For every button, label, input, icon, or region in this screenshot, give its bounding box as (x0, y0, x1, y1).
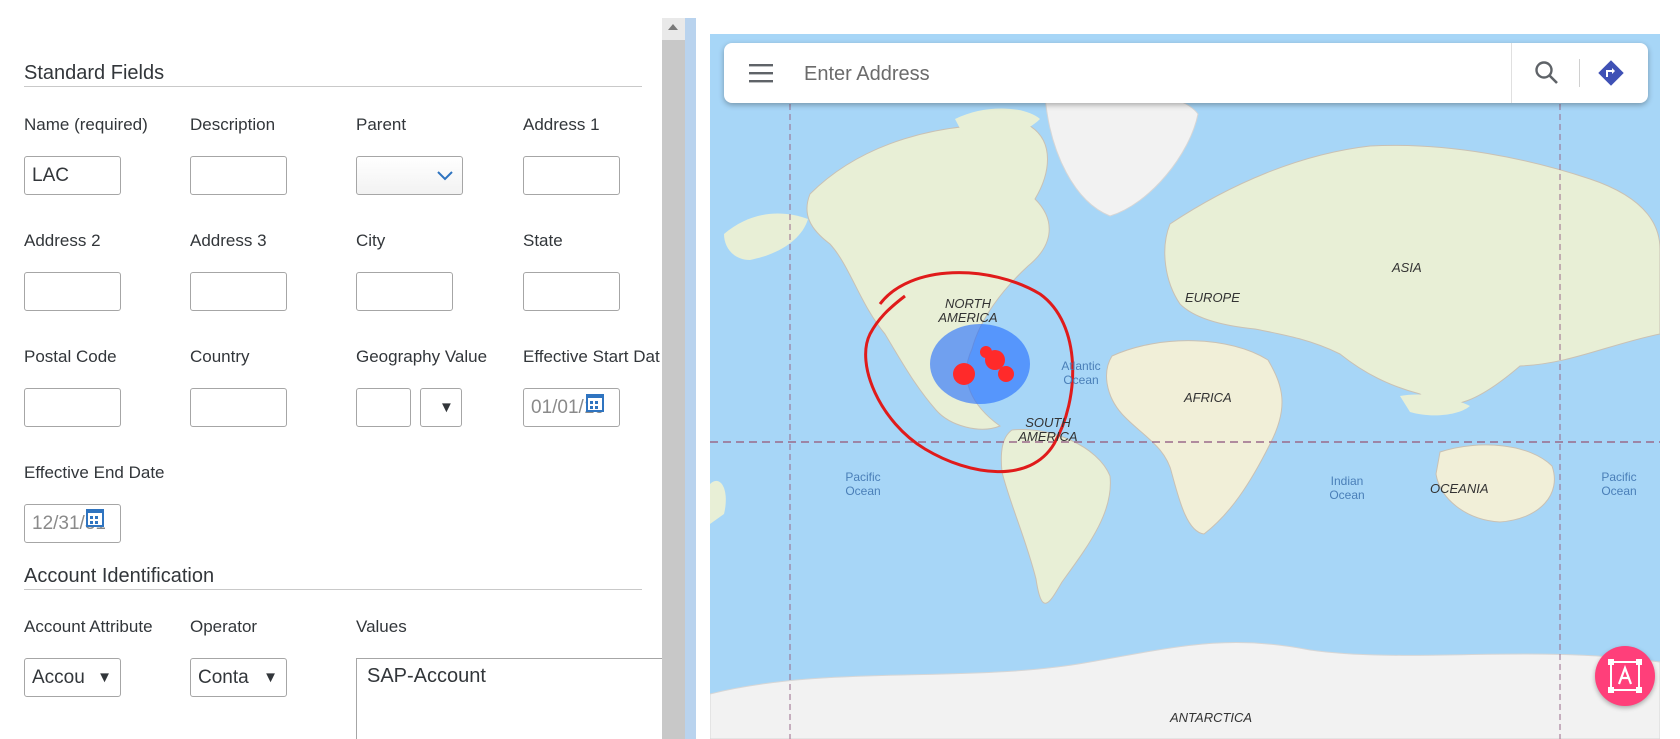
label-oceania: OCEANIA (1430, 481, 1489, 496)
values-textarea[interactable]: SAP-Account (356, 658, 664, 739)
account-attribute-label: Account Attribute (24, 617, 153, 636)
account-attribute-value: Accou (32, 667, 85, 688)
city-input[interactable] (356, 272, 453, 311)
country-label: Country (190, 347, 250, 366)
label-pacific-ocean-left: Pacific Ocean (845, 470, 881, 498)
divider (1511, 43, 1512, 103)
form-panel: Standard Fields Name (required) LAC Desc… (0, 0, 664, 739)
label-africa: AFRICA (1184, 390, 1232, 405)
section-divider (24, 589, 642, 590)
section-divider (24, 86, 642, 87)
directions-icon[interactable] (1596, 58, 1626, 88)
chevron-down-icon (437, 171, 453, 181)
label-south-america: SOUTH AMERICA (1018, 415, 1078, 444)
label-north-america: NORTH AMERICA (938, 296, 998, 325)
translate-icon (1608, 659, 1642, 693)
values-label: Values (356, 617, 407, 636)
scroll-up-button[interactable] (662, 18, 685, 40)
effective-end-label: Effective End Date (24, 463, 165, 482)
postal-code-label: Postal Code (24, 347, 117, 366)
country-input[interactable] (190, 388, 287, 427)
effective-start-input[interactable]: 01/01/19 (523, 388, 620, 427)
calendar-icon[interactable] (586, 394, 604, 412)
address3-input[interactable] (190, 272, 287, 311)
city-label: City (356, 231, 386, 250)
world-map (710, 34, 1660, 739)
standard-fields-title: Standard Fields (24, 62, 165, 84)
label-pacific-ocean-right: Pacific Ocean (1601, 470, 1637, 498)
address2-label: Address 2 (24, 231, 101, 250)
label-atlantic-ocean: Atlantic Ocean (1061, 359, 1101, 387)
state-label: State (523, 231, 563, 250)
label-indian-ocean: Indian Ocean (1329, 474, 1365, 502)
description-input[interactable] (190, 156, 287, 195)
label-antarctica: ANTARCTICA (1170, 710, 1253, 725)
address2-input[interactable] (24, 272, 121, 311)
divider (1579, 59, 1580, 87)
geography-value-label: Geography Value (356, 347, 488, 366)
parent-label: Parent (356, 115, 407, 134)
account-attribute-select[interactable]: Accou ▼ (24, 658, 121, 697)
name-input[interactable]: LAC (24, 156, 121, 195)
caret-down-icon: ▼ (97, 669, 112, 686)
search-icon[interactable] (1534, 60, 1560, 86)
name-label: Name (required) (24, 115, 148, 134)
effective-end-input[interactable]: 12/31/31 (24, 504, 121, 543)
geography-value-select[interactable]: ▼ (420, 388, 462, 427)
address1-label: Address 1 (523, 115, 600, 134)
form-scrollbar[interactable] (662, 18, 685, 739)
address1-input[interactable] (523, 156, 620, 195)
translate-fab-button[interactable] (1595, 646, 1655, 706)
label-europe: EUROPE (1185, 290, 1240, 305)
description-label: Description (190, 115, 276, 134)
menu-icon[interactable] (748, 63, 774, 83)
map-view[interactable]: NORTH AMERICA SOUTH AMERICA EUROPE ASIA … (710, 34, 1660, 739)
postal-code-input[interactable] (24, 388, 121, 427)
parent-select[interactable] (356, 156, 463, 195)
address3-label: Address 3 (190, 231, 267, 250)
operator-select[interactable]: Conta ▼ (190, 658, 287, 697)
account-identification-title: Account Identification (24, 565, 215, 587)
operator-value: Conta (198, 667, 249, 688)
state-input[interactable] (523, 272, 620, 311)
geography-value-input[interactable] (356, 388, 411, 427)
operator-label: Operator (190, 617, 258, 636)
address-search-input[interactable] (802, 58, 1506, 90)
effective-start-label: Effective Start Dat (523, 347, 660, 366)
map-search-bar (724, 43, 1648, 103)
caret-down-icon: ▼ (263, 669, 278, 686)
pane-splitter[interactable] (685, 18, 696, 739)
caret-down-icon: ▼ (439, 399, 454, 416)
calendar-icon[interactable] (86, 509, 104, 527)
label-asia: ASIA (1392, 260, 1422, 275)
